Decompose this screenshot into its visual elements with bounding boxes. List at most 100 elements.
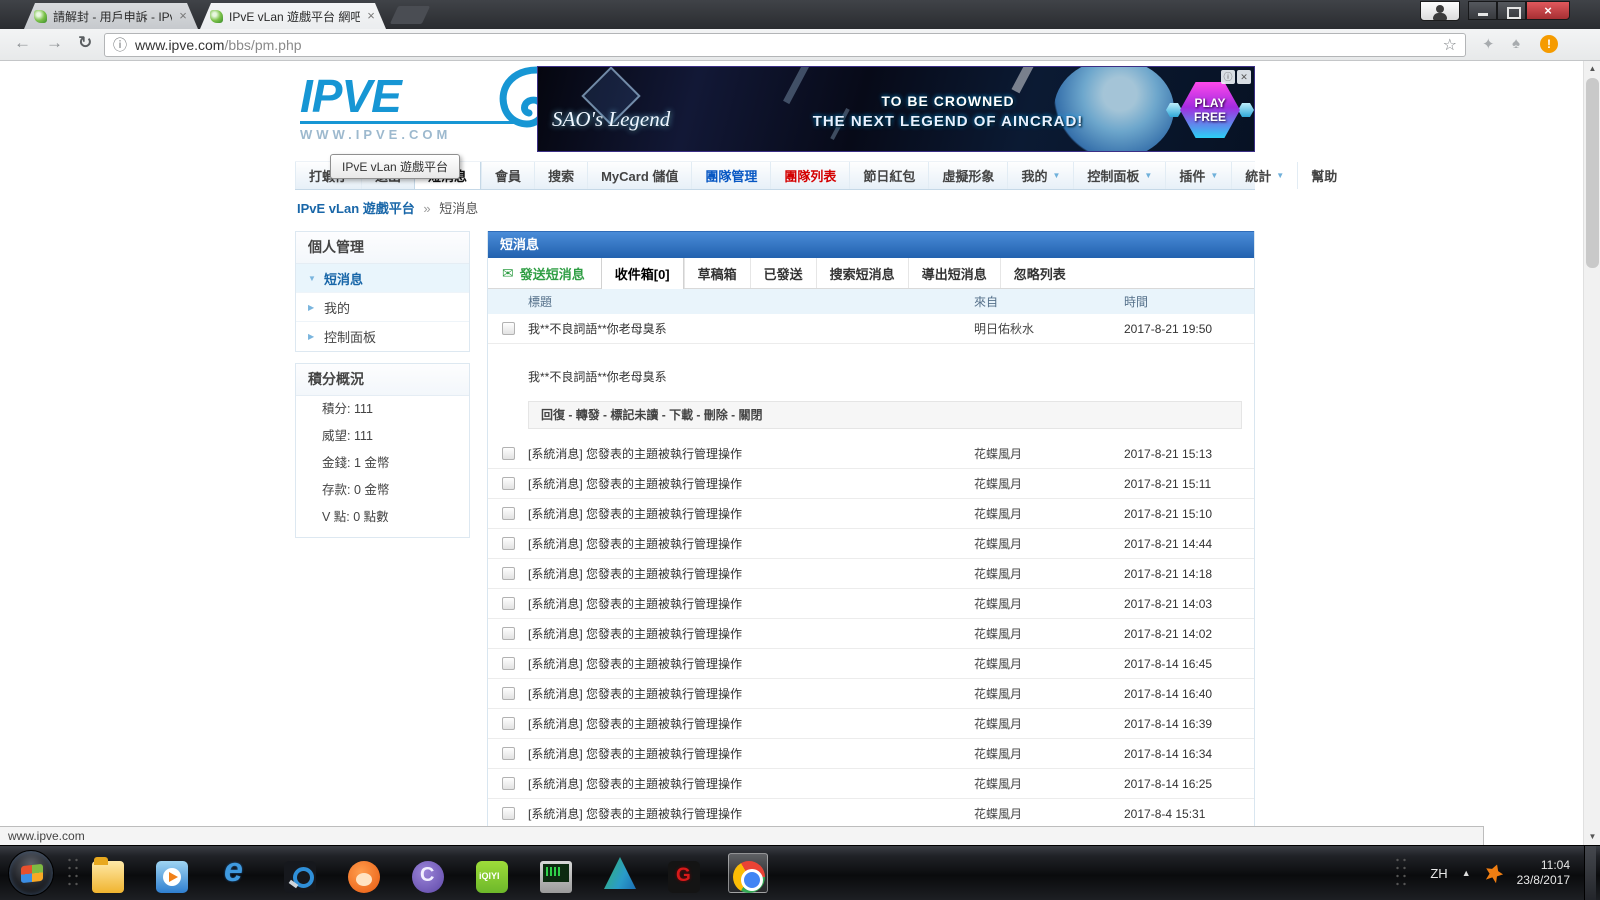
pm-tab[interactable]: 收件箱[0] [601,258,684,289]
scroll-up-icon[interactable]: ▲ [1584,61,1600,77]
message-row[interactable]: [系統消息] 您發表的主題被執行管理操作 花蝶風月 2017-8-21 14:0… [488,619,1254,649]
row-checkbox[interactable] [502,567,515,580]
taskbar-app-button[interactable] [280,853,320,893]
row-checkbox[interactable] [502,747,515,760]
spade-extension-icon[interactable]: ♠ [1512,35,1520,52]
page-scrollbar[interactable]: ▲ ▼ [1583,61,1600,845]
close-window-button[interactable]: × [1526,1,1570,20]
avast-extension-icon[interactable]: ✦ [1482,35,1495,53]
taskbar-app-button[interactable] [344,853,384,893]
message-row[interactable]: [系統消息] 您發表的主題被執行管理操作 花蝶風月 2017-8-21 14:1… [488,559,1254,589]
row-checkbox[interactable] [502,777,515,790]
row-checkbox[interactable] [502,477,515,490]
message-action-link[interactable]: 刪除 [704,408,739,422]
nav-item[interactable]: 統計 ▼ [1231,162,1297,189]
browser-tab[interactable]: 請解封 - 用戶申訴 - IPvE × [24,3,198,29]
pm-tab[interactable]: 搜索短消息 [816,258,908,288]
message-action-link[interactable]: 下載 [669,408,704,422]
message-subject[interactable]: 我**不良詞語**你老母臭系 [528,320,974,337]
bookmark-star-icon[interactable]: ☆ [1443,35,1457,55]
message-action-link[interactable]: 轉發 [576,408,611,422]
taskbar-app-button[interactable] [88,853,128,893]
back-icon[interactable]: ← [14,33,31,53]
tray-up-icon[interactable]: ▲ [1462,868,1471,878]
nav-item[interactable]: 團隊列表 [770,162,849,189]
minimize-button[interactable] [1468,1,1497,20]
row-checkbox[interactable] [502,717,515,730]
message-row[interactable]: [系統消息] 您發表的主題被執行管理操作 花蝶風月 2017-8-14 16:4… [488,649,1254,679]
message-sender[interactable]: 花蝶風月 [974,595,1124,612]
new-tab-button[interactable] [390,6,430,24]
nav-item[interactable]: 搜索 [534,162,587,189]
message-sender[interactable]: 花蝶風月 [974,655,1124,672]
nav-item[interactable]: 節日紅包 [849,162,928,189]
site-logo[interactable]: IPVE WWW.IPVE.COM [300,73,540,142]
taskbar-app-button[interactable] [472,853,512,893]
message-sender[interactable]: 花蝶風月 [974,625,1124,642]
message-row[interactable]: [系統消息] 您發表的主題被執行管理操作 花蝶風月 2017-8-14 16:4… [488,679,1254,709]
warning-extension-icon[interactable]: ! [1540,35,1558,53]
language-indicator[interactable]: ZH [1430,866,1447,881]
scrollbar-thumb[interactable] [1586,78,1599,268]
message-subject[interactable]: [系統消息] 您發表的主題被執行管理操作 [528,445,974,462]
message-row[interactable]: [系統消息] 您發表的主題被執行管理操作 花蝶風月 2017-8-21 14:0… [488,589,1254,619]
message-row-expanded[interactable]: 我**不良詞語**你老母臭系 明日佑秋水 2017-8-21 19:50 [488,314,1254,344]
sidebar-item[interactable]: ▶ 控制面板 [296,322,469,351]
message-sender[interactable]: 花蝶風月 [974,685,1124,702]
start-button[interactable] [8,850,54,896]
nav-item[interactable]: MyCard 儲值 [587,162,691,189]
message-subject[interactable]: [系統消息] 您發表的主題被執行管理操作 [528,685,974,702]
message-subject[interactable]: [系統消息] 您發表的主題被執行管理操作 [528,775,974,792]
message-subject[interactable]: [系統消息] 您發表的主題被執行管理操作 [528,595,974,612]
row-checkbox[interactable] [502,627,515,640]
forward-icon[interactable]: → [46,33,63,53]
tab-close-icon[interactable]: × [364,9,378,23]
taskbar-app-button[interactable] [408,853,448,893]
nav-item[interactable]: 我的 ▼ [1007,162,1073,189]
scroll-down-icon[interactable]: ▼ [1584,829,1600,845]
ad-close-icon[interactable]: ✕ [1237,70,1251,84]
message-action-link[interactable]: 回復 [541,408,576,422]
taskbar-clock[interactable]: 11:04 23/8/2017 [1517,858,1570,888]
play-free-button[interactable]: PLAY FREE [1180,82,1240,138]
message-subject[interactable]: [系統消息] 您發表的主題被執行管理操作 [528,805,974,822]
message-row[interactable]: [系統消息] 您發表的主題被執行管理操作 花蝶風月 2017-8-4 15:31 [488,799,1254,829]
reload-icon[interactable]: ↻ [78,33,92,53]
profile-button[interactable] [1420,1,1460,21]
message-row[interactable]: [系統消息] 您發表的主題被執行管理操作 花蝶風月 2017-8-21 15:1… [488,469,1254,499]
avast-tray-icon[interactable] [1482,861,1505,884]
tab-close-icon[interactable]: × [176,9,190,23]
nav-item[interactable]: 控制面板 ▼ [1073,162,1165,189]
show-desktop-button[interactable] [1584,846,1596,900]
breadcrumb-home-link[interactable]: IPvE vLan 遊戲平台 [297,201,415,216]
message-sender[interactable]: 花蝶風月 [974,775,1124,792]
message-subject[interactable]: [系統消息] 您發表的主題被執行管理操作 [528,715,974,732]
taskbar-app-button[interactable] [152,853,192,893]
row-checkbox[interactable] [502,657,515,670]
message-subject[interactable]: [系統消息] 您發表的主題被執行管理操作 [528,475,974,492]
message-subject[interactable]: [系統消息] 您發表的主題被執行管理操作 [528,625,974,642]
message-sender[interactable]: 明日佑秋水 [974,320,1124,337]
row-checkbox[interactable] [502,807,515,820]
message-subject[interactable]: [系統消息] 您發表的主題被執行管理操作 [528,655,974,672]
message-sender[interactable]: 花蝶風月 [974,805,1124,822]
pm-tab[interactable]: 草稿箱 [684,258,750,288]
message-sender[interactable]: 花蝶風月 [974,565,1124,582]
message-sender[interactable]: 花蝶風月 [974,475,1124,492]
message-sender[interactable]: 花蝶風月 [974,505,1124,522]
message-action-link[interactable]: 標記未讀 [610,408,669,422]
nav-item[interactable]: 幫助 [1297,162,1350,189]
nav-item[interactable]: 會員 [481,162,534,189]
taskbar-app-button[interactable] [728,853,768,893]
message-sender[interactable]: 花蝶風月 [974,745,1124,762]
row-checkbox[interactable] [502,537,515,550]
taskbar-app-button[interactable] [216,853,256,893]
nav-item[interactable]: 團隊管理 [691,162,770,189]
message-row[interactable]: [系統消息] 您發表的主題被執行管理操作 花蝶風月 2017-8-21 15:1… [488,439,1254,469]
message-sender[interactable]: 花蝶風月 [974,535,1124,552]
ad-banner[interactable]: SAO's Legend TO BE CROWNED THE NEXT LEGE… [537,66,1255,152]
ad-info-icon[interactable]: ⓘ [1221,70,1235,84]
nav-item[interactable]: 插件 ▼ [1165,162,1231,189]
nav-item[interactable]: 虛擬形象 [928,162,1007,189]
row-checkbox[interactable] [502,447,515,460]
